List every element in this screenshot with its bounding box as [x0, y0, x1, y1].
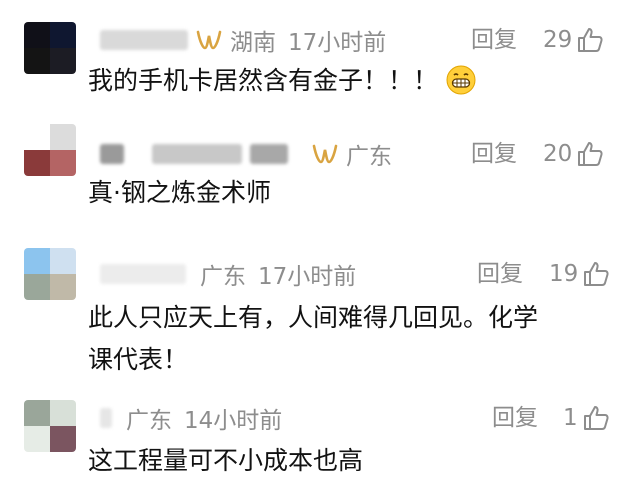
like-count: 20 — [543, 141, 573, 167]
reply-button[interactable]: 回复 — [477, 256, 523, 292]
location-label: 湖南 — [230, 30, 276, 56]
comment-text-content: 我的手机卡居然含有金子！！！ — [88, 66, 439, 95]
gold-w-badge-icon — [196, 30, 222, 50]
comment-meta: 湖南 17小时前 — [100, 22, 386, 58]
like-count: 29 — [543, 27, 573, 53]
blurred-username[interactable] — [152, 144, 242, 164]
reply-button[interactable]: 回复 — [471, 22, 517, 58]
like-button[interactable]: 29 — [543, 22, 604, 58]
blurred-username[interactable] — [100, 264, 186, 284]
comment-meta: 广东 — [100, 136, 392, 172]
thumbs-up-icon — [583, 406, 609, 430]
reply-button[interactable]: 回复 — [471, 136, 517, 172]
like-button[interactable]: 19 — [549, 256, 610, 292]
avatar[interactable] — [24, 22, 76, 74]
blurred-username[interactable] — [100, 30, 188, 50]
thumbs-up-icon — [578, 142, 603, 166]
thumbs-up-icon — [578, 28, 603, 52]
location-label: 广东 — [126, 408, 172, 434]
comment-meta: 广东 14小时前 — [100, 400, 282, 436]
comment-text: 我的手机卡居然含有金子！！！ — [88, 60, 608, 102]
grinning-face-emoji — [446, 65, 476, 95]
comment-text-line: 此人只应天上有，人间难得几回见。化学 — [88, 303, 539, 332]
avatar[interactable] — [24, 400, 76, 452]
avatar[interactable] — [24, 248, 76, 300]
reply-button[interactable]: 回复 — [492, 400, 538, 436]
location-label: 广东 — [346, 144, 392, 170]
comment-text: 此人只应天上有，人间难得几回见。化学 课代表！ — [88, 297, 608, 381]
gold-w-badge-icon — [312, 144, 338, 164]
blurred-username[interactable] — [100, 144, 124, 164]
comment-text: 这工程量可不小成本也高 — [88, 446, 364, 475]
comment-text: 真·钢之炼金术师 — [88, 178, 271, 207]
comment-text-line: 课代表！ — [88, 345, 189, 374]
like-button[interactable]: 20 — [543, 136, 604, 172]
timestamp: 17小时前 — [258, 264, 357, 290]
thumbs-up-icon — [584, 262, 609, 286]
like-button[interactable]: 1 — [563, 400, 610, 436]
like-count: 19 — [549, 261, 579, 287]
location-label: 广东 — [200, 264, 246, 290]
blurred-username[interactable] — [250, 144, 288, 164]
comment-meta: 广东 17小时前 — [100, 256, 356, 292]
blurred-username[interactable] — [100, 408, 112, 428]
timestamp: 17小时前 — [288, 30, 387, 56]
avatar[interactable] — [24, 124, 76, 176]
timestamp: 14小时前 — [184, 408, 283, 434]
like-count: 1 — [563, 405, 578, 431]
